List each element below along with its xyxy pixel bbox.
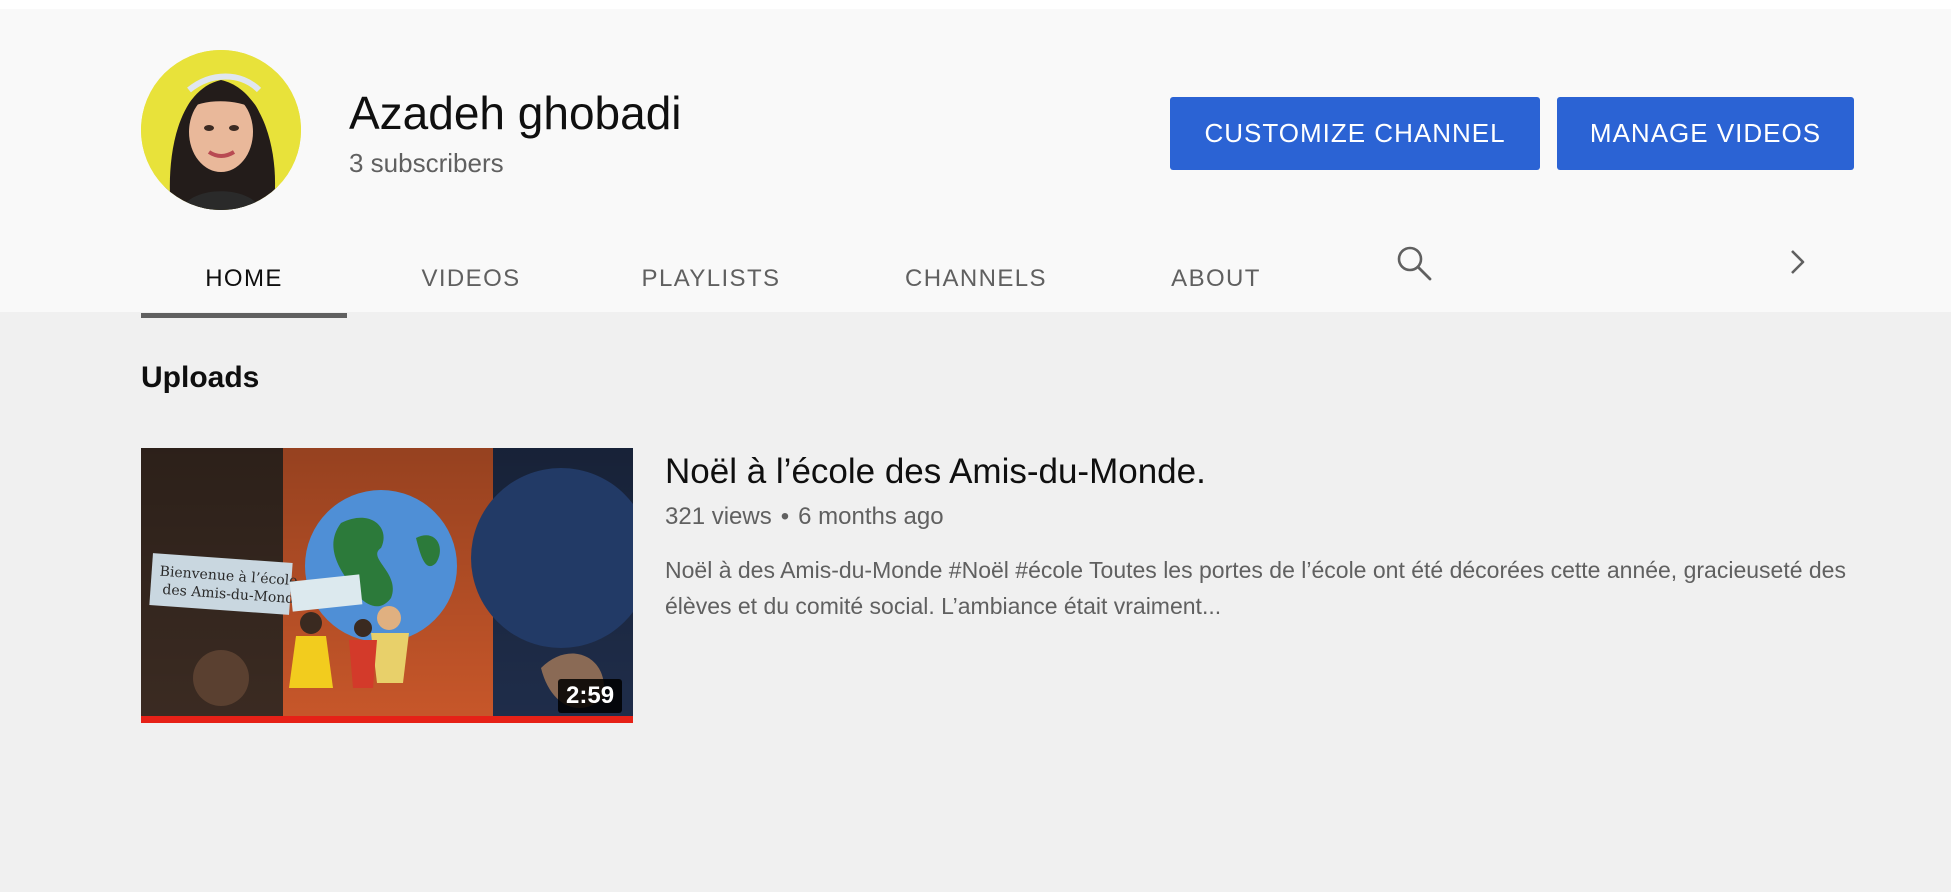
tab-playlists[interactable]: PLAYLISTS: [611, 241, 811, 317]
watched-progress-bar: [141, 716, 633, 723]
channel-tabs: HOME VIDEOS PLAYLISTS CHANNELS ABOUT: [141, 241, 1841, 319]
channel-name: Azadeh ghobadi: [349, 87, 682, 139]
video-description: Noël à des Amis-du-Monde #Noël #école To…: [665, 557, 1846, 619]
active-tab-indicator: [141, 313, 347, 318]
video-title-link[interactable]: Noël à l’école des Amis-du-Monde.: [665, 450, 1206, 494]
avatar[interactable]: [141, 50, 301, 210]
tab-about[interactable]: ABOUT: [1141, 241, 1291, 317]
manage-videos-button[interactable]: MANAGE VIDEOS: [1557, 97, 1854, 170]
uploads-heading[interactable]: Uploads: [141, 360, 259, 396]
video-duration-badge: 2:59: [558, 679, 623, 713]
chevron-right-icon[interactable]: [1782, 247, 1812, 277]
meta-separator: •: [780, 503, 790, 530]
tab-videos[interactable]: VIDEOS: [391, 241, 551, 317]
subscriber-count: 3 subscribers: [349, 148, 504, 178]
tab-home[interactable]: HOME: [141, 241, 347, 317]
customize-channel-button[interactable]: CUSTOMIZE CHANNEL: [1170, 97, 1540, 170]
video-views: 321 views: [665, 503, 772, 530]
tab-channels[interactable]: CHANNELS: [871, 241, 1081, 317]
channel-header: Azadeh ghobadi 3 subscribers CUSTOMIZE C…: [0, 9, 1951, 318]
video-age: 6 months ago: [798, 503, 944, 530]
search-icon[interactable]: [1394, 243, 1434, 283]
video-meta: 321 views • 6 months ago: [665, 501, 944, 533]
top-strip: [0, 0, 1951, 9]
avatar-image: [141, 50, 301, 210]
